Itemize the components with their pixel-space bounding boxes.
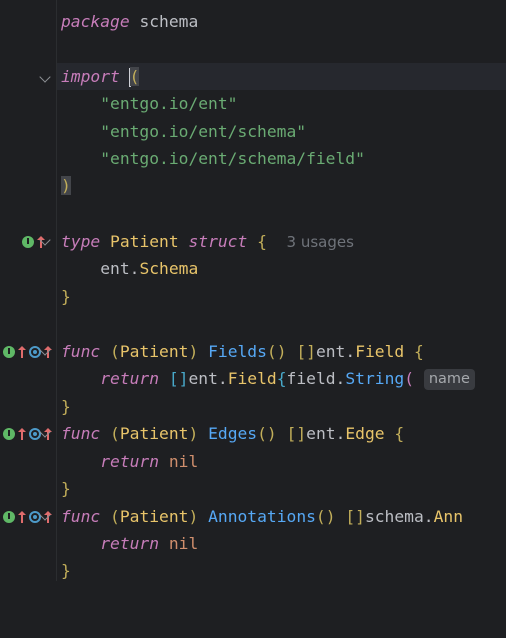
keyword-func: func	[61, 507, 101, 526]
import-string: "entgo.io/ent"	[100, 94, 238, 113]
code-line-import-schema[interactable]: "entgo.io/ent/schema"	[57, 118, 506, 145]
paren: (	[110, 507, 120, 526]
up-arrow-icon[interactable]	[16, 510, 28, 523]
implements-icon[interactable]	[3, 345, 15, 358]
implements-icon[interactable]	[3, 510, 15, 523]
paren: (	[404, 369, 414, 388]
brackets: []	[296, 342, 316, 361]
close-brace: }	[61, 287, 71, 306]
package-name: schema	[139, 12, 199, 31]
keyword-import: import	[61, 67, 120, 86]
code-line-close-brace[interactable]: }	[57, 283, 506, 310]
up-arrow-icon[interactable]	[16, 345, 28, 358]
nil-literal: nil	[168, 534, 199, 553]
code-line-return-edges[interactable]: return nil	[57, 448, 506, 475]
code-line-func-fields[interactable]: func (Patient) Fields() []ent.Field {	[57, 338, 506, 365]
package-ref: ent	[315, 342, 346, 361]
keyword-return: return	[100, 534, 160, 553]
parameter-hint: name	[423, 369, 475, 390]
return-type: Field	[355, 342, 405, 361]
editor-gutter	[0, 0, 56, 581]
close-brace: }	[61, 479, 71, 498]
package-ref: ent	[306, 424, 336, 443]
close-brace: }	[61, 561, 71, 580]
paren: )	[188, 507, 199, 526]
package-ref: field	[286, 369, 336, 388]
code-line-import-ent[interactable]: "entgo.io/ent"	[57, 90, 506, 117]
function-name: Fields	[208, 342, 267, 361]
gear-icon[interactable]	[29, 345, 41, 358]
receiver-type: Patient	[119, 507, 189, 526]
paren: (	[110, 424, 120, 443]
gear-icon[interactable]	[29, 510, 41, 523]
gear-icon[interactable]	[29, 427, 41, 440]
nil-literal: nil	[168, 452, 199, 471]
code-line-return-annotations[interactable]: return nil	[57, 530, 506, 557]
type-ref: Schema	[139, 259, 199, 278]
open-brace: {	[276, 369, 287, 388]
keyword-return: return	[100, 452, 160, 471]
keyword-return: return	[100, 369, 160, 388]
code-line-close-brace[interactable]: }	[57, 393, 506, 420]
import-string: "entgo.io/ent/schema"	[100, 122, 307, 141]
code-line-func-edges[interactable]: func (Patient) Edges() []ent.Edge {	[57, 420, 506, 447]
import-string: "entgo.io/ent/schema/field"	[100, 149, 365, 168]
close-brace: }	[61, 397, 71, 416]
code-line-return-fields[interactable]: return []ent.Field{field.String( name	[57, 365, 506, 392]
paren: )	[188, 342, 199, 361]
brackets: []	[345, 507, 365, 526]
paren: ()	[315, 507, 336, 526]
return-type: Edge	[345, 424, 385, 443]
keyword-func: func	[61, 342, 101, 361]
paren: (	[110, 342, 120, 361]
paren: ()	[266, 342, 287, 361]
open-brace: {	[414, 342, 424, 361]
code-editor[interactable]: package schema import ( "entgo.io/ent" "…	[57, 0, 506, 581]
function-name: Annotations	[208, 507, 316, 526]
package-ref: ent	[188, 369, 218, 388]
paren: ()	[257, 424, 277, 443]
up-arrow-icon[interactable]	[16, 427, 28, 440]
open-brace: {	[257, 232, 267, 251]
paren: )	[188, 424, 199, 443]
receiver-type: Patient	[119, 342, 189, 361]
code-line-func-annotations[interactable]: func (Patient) Annotations() []schema.An…	[57, 503, 506, 530]
type-name: Patient	[110, 232, 179, 251]
import-close-paren: )	[61, 176, 71, 195]
code-line-embed[interactable]: ent.Schema	[57, 255, 506, 282]
dot: .	[129, 259, 140, 278]
code-line-close-brace[interactable]: }	[57, 557, 506, 584]
code-line-import[interactable]: import (	[57, 63, 506, 90]
keyword-package: package	[61, 12, 130, 31]
import-open-paren: (	[129, 67, 140, 86]
implemented-icon[interactable]	[22, 235, 34, 248]
type-ref: Field	[227, 369, 277, 388]
receiver-type: Patient	[119, 424, 189, 443]
usages-hint[interactable]: 3 usages	[287, 233, 354, 251]
implements-icon[interactable]	[3, 427, 15, 440]
code-line-type[interactable]: type Patient struct { 3 usages	[57, 228, 506, 255]
keyword-struct: struct	[188, 232, 248, 251]
code-line-close-brace[interactable]: }	[57, 475, 506, 502]
open-brace: {	[394, 424, 405, 443]
brackets: []	[168, 369, 189, 388]
function-call: String	[345, 369, 405, 388]
package-ref: schema	[364, 507, 424, 526]
function-name: Edges	[208, 424, 258, 443]
code-line-package[interactable]: package schema	[57, 8, 506, 35]
code-line-import-field[interactable]: "entgo.io/ent/schema/field"	[57, 145, 506, 172]
package-ref: ent	[100, 259, 130, 278]
keyword-type: type	[61, 232, 101, 251]
return-type: Ann	[433, 507, 464, 526]
brackets: []	[286, 424, 307, 443]
keyword-func: func	[61, 424, 101, 443]
code-line-import-close[interactable]: )	[57, 172, 506, 199]
